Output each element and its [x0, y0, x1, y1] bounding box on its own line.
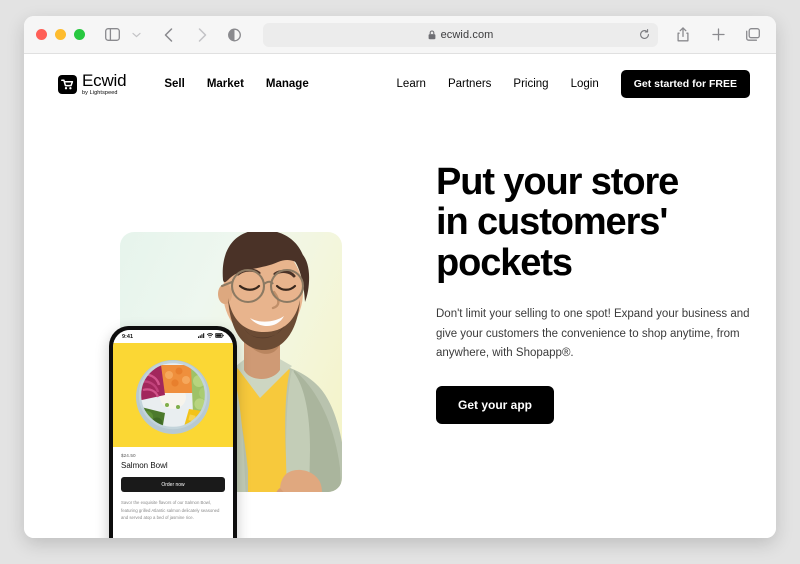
logo-text: Ecwid by Lightspeed — [82, 70, 127, 97]
nav-item-learn[interactable]: Learn — [397, 78, 426, 90]
logo-name: Ecwid — [82, 70, 127, 90]
web-page: Ecwid by Lightspeed Sell Market Manage L… — [24, 54, 776, 538]
get-your-app-button[interactable]: Get your app — [436, 386, 555, 425]
ecwid-logo[interactable]: Ecwid by Lightspeed — [58, 70, 127, 97]
forward-arrow-icon[interactable] — [191, 24, 213, 46]
status-time: 9:41 — [122, 333, 134, 340]
phone-mockup: 9:41 $24.50 Salmon Bowl Order now Savor … — [109, 326, 237, 538]
reader-mode-icon[interactable] — [223, 24, 245, 46]
toolbar-right-actions — [672, 24, 764, 46]
logo-subtitle: by Lightspeed — [82, 89, 118, 96]
product-title: Salmon Bowl — [121, 461, 168, 470]
reload-icon[interactable] — [639, 29, 650, 40]
sidebar-icon[interactable] — [101, 24, 123, 46]
phone-screen: 9:41 $24.50 Salmon Bowl Order now Savor … — [113, 330, 233, 538]
nav-item-sell[interactable]: Sell — [164, 78, 184, 90]
browser-window: ecwid.com Ecwid by Lightspeed Sell Marke… — [24, 16, 776, 538]
tabs-icon[interactable] — [742, 24, 764, 46]
product-price: $24.50 — [121, 453, 136, 458]
headline-line-2: in customers' — [436, 201, 668, 244]
wifi-icon — [206, 333, 214, 340]
traffic-lights — [36, 29, 85, 40]
nav-item-pricing[interactable]: Pricing — [513, 78, 548, 90]
share-icon[interactable] — [672, 24, 694, 46]
hero-visual: 9:41 $24.50 Salmon Bowl Order now Savor … — [24, 100, 424, 538]
nav-item-partners[interactable]: Partners — [448, 78, 491, 90]
shopping-cart-icon — [58, 74, 77, 94]
phone-status-bar: 9:41 — [113, 330, 233, 343]
page-title: Put your store in customers' pockets — [436, 162, 766, 283]
signal-icon — [198, 333, 205, 340]
secondary-nav: Learn Partners Pricing Login Get started… — [397, 70, 750, 98]
headline-line-1: Put your store — [436, 161, 679, 203]
primary-nav: Sell Market Manage — [164, 78, 308, 90]
hero-subcopy: Don't limit your selling to one spot! Ex… — [436, 307, 750, 360]
hero-section: 9:41 $24.50 Salmon Bowl Order now Savor … — [24, 100, 776, 538]
order-now-button[interactable]: Order now — [121, 477, 225, 492]
salmon-bowl-photo — [131, 353, 215, 437]
hero-copy: Put your store in customers' pockets Don… — [436, 162, 766, 425]
sidebar-controls — [101, 24, 147, 46]
product-image-area — [113, 343, 233, 447]
maximize-window-button[interactable] — [74, 29, 85, 40]
product-details: $24.50 Salmon Bowl Order now Savor the e… — [113, 447, 233, 538]
lock-icon — [428, 29, 436, 40]
url-text: ecwid.com — [440, 28, 494, 41]
product-description: Savor the exquisite flavors of our Salmo… — [121, 500, 220, 521]
plus-icon[interactable] — [707, 24, 729, 46]
get-started-button[interactable]: Get started for FREE — [620, 70, 750, 98]
close-window-button[interactable] — [36, 29, 47, 40]
address-content: ecwid.com — [428, 29, 494, 41]
nav-item-login[interactable]: Login — [571, 78, 599, 90]
chevron-down-icon[interactable] — [125, 24, 147, 46]
headline-line-3: pockets — [436, 241, 573, 284]
minimize-window-button[interactable] — [55, 29, 66, 40]
site-header: Ecwid by Lightspeed Sell Market Manage L… — [24, 54, 776, 100]
battery-icon — [214, 333, 224, 340]
address-bar[interactable]: ecwid.com — [263, 22, 658, 47]
browser-toolbar: ecwid.com — [24, 16, 776, 54]
nav-item-market[interactable]: Market — [207, 78, 244, 90]
nav-item-manage[interactable]: Manage — [266, 78, 309, 90]
status-icons — [198, 333, 224, 340]
back-arrow-icon[interactable] — [157, 24, 179, 46]
navigation-buttons — [157, 24, 213, 46]
